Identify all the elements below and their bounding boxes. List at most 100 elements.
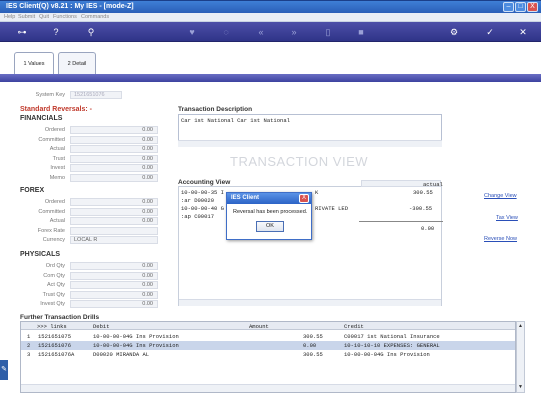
financials-field[interactable]: 0.00: [70, 126, 158, 134]
financials-label: Committed: [38, 136, 65, 143]
acct-line-4-left: :ap C00017: [181, 213, 215, 220]
tab-values[interactable]: 1 Values: [14, 52, 54, 74]
actual-header: actual: [423, 181, 443, 188]
financials-field[interactable]: 0.00: [70, 154, 158, 163]
financials-field[interactable]: 0.00: [70, 173, 158, 182]
stop-icon[interactable]: ■: [355, 26, 367, 38]
system-key-field[interactable]: 1521651076: [70, 91, 122, 99]
side-tab-icon[interactable]: ✎: [0, 360, 8, 380]
row-number: 2: [27, 342, 31, 349]
tab-detail[interactable]: 2 Detail: [58, 52, 96, 74]
forex-field[interactable]: LOCAL R: [70, 236, 158, 244]
close-window-button[interactable]: X: [527, 2, 538, 12]
description-scrollbar[interactable]: [178, 140, 442, 147]
drill-link[interactable]: 1521651076A: [38, 351, 74, 358]
credit-cell: 10-10-10-10 EXPENSES: GENERAL: [344, 342, 440, 349]
acct-line-3-left: 10-00-00-40 G: [181, 205, 224, 212]
dialog-message: Reversal has been processed.: [233, 209, 308, 215]
amount-cell: 0.00: [303, 342, 317, 349]
check-icon[interactable]: ✓: [484, 26, 496, 38]
financials-label: Trust: [52, 155, 65, 162]
dialog-close-button[interactable]: X: [299, 194, 309, 203]
tab-detail-label: Detail: [72, 61, 87, 67]
credit-cell: 10-00-00-04G Ins Provision: [344, 351, 430, 358]
physicals-field[interactable]: 0.00: [70, 281, 158, 289]
reverse-now-link[interactable]: Reverse Now: [484, 236, 517, 242]
change-view-link[interactable]: Change View: [484, 193, 517, 199]
financials-label: Actual: [49, 146, 65, 152]
scroll-down-icon[interactable]: ▼: [518, 384, 523, 390]
scroll-up-icon[interactable]: ▲: [518, 323, 523, 329]
financials-label: Memo: [49, 174, 65, 181]
key-icon[interactable]: ⊶: [12, 26, 32, 38]
col-links[interactable]: >>> links: [37, 323, 67, 330]
dialog-ok-button[interactable]: OK: [256, 221, 284, 232]
physicals-label: Trust Qty: [42, 291, 65, 298]
financials-title: FINANCIALS: [20, 115, 63, 122]
forex-title: FOREX: [20, 187, 45, 194]
minimize-button[interactable]: –: [503, 2, 514, 12]
physicals-field[interactable]: 0.00: [70, 300, 158, 308]
financials-field[interactable]: 0.00: [70, 135, 158, 144]
tab-values-label: Values: [28, 61, 45, 67]
physicals-field[interactable]: 0.00: [70, 262, 158, 270]
financials-label: Ordered: [44, 127, 65, 133]
tab-detail-num: 2: [67, 61, 71, 67]
help-icon[interactable]: ?: [50, 26, 62, 38]
menu-help[interactable]: Help: [4, 14, 15, 20]
acct-line-1-left: 10-00-00-35 I: [181, 189, 224, 196]
rewind-icon[interactable]: «: [255, 26, 267, 38]
drills-grid: >>> links Debit Amount Credit 1 152165107…: [20, 321, 516, 393]
close-icon[interactable]: ✕: [517, 26, 529, 38]
acct-line-3-amount: -300.55: [409, 205, 433, 212]
col-debit[interactable]: Debit: [93, 323, 110, 330]
financials-field[interactable]: 0.00: [70, 145, 158, 153]
amount-cell: 300.55: [303, 351, 323, 358]
amount-cell: 300.55: [303, 333, 323, 340]
heart-icon[interactable]: ♥: [186, 26, 198, 38]
forex-label: Actual: [49, 218, 65, 224]
forex-field[interactable]: [70, 226, 158, 235]
table-row[interactable]: 1 1521651075 10-00-00-04G Ins Provision 300…: [21, 332, 515, 341]
acct-line-1-mid: K: [315, 189, 319, 196]
transaction-description-title: Transaction Description: [178, 106, 253, 113]
drill-link[interactable]: 1521651076: [38, 342, 71, 349]
financials-field[interactable]: 0.00: [70, 164, 158, 172]
physicals-field[interactable]: 0.00: [70, 271, 158, 280]
acct-line-1-amount: 300.55: [413, 189, 433, 196]
menu-commands[interactable]: Commands: [81, 14, 109, 20]
drills-title: Further Transaction Drills: [20, 314, 100, 321]
accounting-scrollbar[interactable]: [179, 299, 441, 306]
message-dialog: IES Client X Reversal has been processed…: [226, 192, 312, 240]
col-amount[interactable]: Amount: [249, 323, 269, 330]
search-icon[interactable]: ⚲: [85, 26, 97, 38]
settings-icon[interactable]: ⚙: [448, 26, 460, 38]
credit-cell: C00017 1st National Insurance: [344, 333, 440, 340]
forex-field[interactable]: 0.00: [70, 207, 158, 216]
forex-label: Ordered: [44, 199, 65, 205]
title-bar: IES Client(Q) v8.21 : My IES - [mode-Z] …: [0, 0, 541, 13]
document-icon[interactable]: ▯: [322, 26, 334, 38]
circle-icon[interactable]: ◌: [220, 26, 232, 38]
acct-total: 0.00: [421, 225, 435, 232]
window-title: IES Client(Q) v8.21 : My IES - [mode-Z]: [6, 3, 134, 10]
col-credit[interactable]: Credit: [344, 323, 364, 330]
debit-cell: 10-00-00-04G Ins Provision: [93, 333, 179, 340]
forex-field[interactable]: 0.00: [70, 217, 158, 225]
tax-view-link[interactable]: Tax View: [496, 215, 518, 221]
menu-submit[interactable]: Submit: [18, 14, 35, 20]
menu-quit[interactable]: Quit: [39, 14, 49, 20]
row-number: 1: [27, 333, 31, 340]
forward-icon[interactable]: »: [288, 26, 300, 38]
forex-field[interactable]: 0.00: [70, 198, 158, 206]
physicals-field[interactable]: 0.00: [70, 290, 158, 299]
maximize-button[interactable]: □: [515, 2, 526, 12]
table-row[interactable]: 2 1521651076 10-00-00-04G Ins Provision 0.0…: [21, 341, 515, 350]
table-row[interactable]: 3 1521651076A D00020 MIRANDA AL 300.55 10-00…: [21, 350, 515, 359]
drills-vscrollbar[interactable]: ▲ ▼: [516, 321, 525, 393]
debit-cell: D00020 MIRANDA AL: [93, 351, 150, 358]
menu-functions[interactable]: Functions: [53, 14, 77, 20]
drills-header: >>> links Debit Amount Credit: [21, 322, 515, 330]
drill-link[interactable]: 1521651075: [38, 333, 71, 340]
drills-hscrollbar[interactable]: [21, 384, 515, 392]
